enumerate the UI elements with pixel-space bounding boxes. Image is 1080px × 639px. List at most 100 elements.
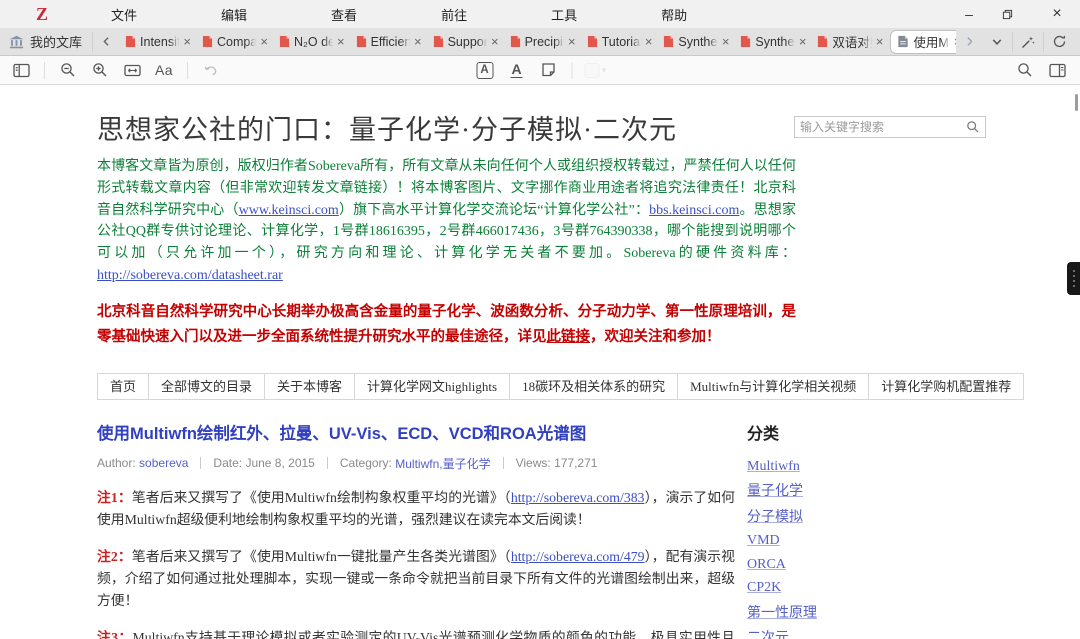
nav-about[interactable]: 关于本博客 — [264, 373, 355, 400]
article-title[interactable]: 使用Multiwfn绘制红外、拉曼、UV-Vis、ECD、VCD和ROA光谱图 — [97, 420, 735, 444]
bbs-keinsci-link[interactable]: bbs.keinsci.com — [649, 203, 739, 218]
note-3: 注3：Multiwfn支持基于理论模拟或者实验测定的UV-Vis光谱预测化学物质… — [97, 627, 735, 639]
minimize-button[interactable]: – — [958, 6, 980, 22]
list-item: ORCA — [747, 555, 985, 573]
tab-intensify[interactable]: Intensify × — [119, 28, 196, 55]
close-tab-icon[interactable]: × — [720, 34, 732, 49]
site-title: 思想家公社的门口：量子化学·分子模拟·二次元 — [97, 108, 677, 147]
close-tab-icon[interactable]: × — [566, 34, 578, 49]
context-pane-toggle-icon[interactable] — [1044, 58, 1070, 82]
annotation-color-picker[interactable]: ▾ — [583, 58, 609, 82]
menu-bar: Z 文件 编辑 查看 前往 工具 帮助 – × — [0, 0, 1080, 28]
underline-text-icon[interactable]: A — [504, 58, 530, 82]
nav-c18-research[interactable]: 18碳环及相关体系的研究 — [509, 373, 678, 400]
tab-bar: 我的文库 Intensify × Compar × N₂O de × Effic… — [0, 28, 1080, 56]
nav-highlights[interactable]: 计算化学网文highlights — [354, 373, 510, 400]
note-2: 注2：笔者后来又撰写了《使用Multiwfn一键批量产生各类光谱图》（http:… — [97, 546, 735, 612]
categories-heading: 分类 — [747, 420, 985, 444]
view-count: 177,271 — [554, 456, 597, 470]
tab-support[interactable]: Support × — [427, 28, 504, 55]
snapshot-icon — [897, 35, 909, 48]
pdf-icon — [663, 35, 674, 48]
close-tab-icon[interactable]: × — [874, 34, 886, 49]
add-note-icon[interactable] — [536, 58, 562, 82]
search-input[interactable] — [800, 120, 966, 134]
tab-list-chevron-down-icon[interactable] — [984, 30, 1010, 54]
zotero-logo: Z — [36, 4, 48, 25]
list-item: Multiwfn — [747, 457, 985, 475]
close-tab-icon[interactable]: × — [643, 34, 655, 49]
menu-go[interactable]: 前往 — [441, 5, 467, 24]
sync-icon[interactable] — [1046, 30, 1072, 54]
close-tab-icon[interactable]: × — [258, 34, 270, 49]
tab-efficient[interactable]: Efficient × — [350, 28, 427, 55]
tab-tutorial[interactable]: Tutorial × — [581, 28, 658, 55]
close-tab-icon[interactable]: × — [412, 34, 424, 49]
tab-compar[interactable]: Compar × — [196, 28, 273, 55]
color-swatch — [585, 63, 600, 78]
note-2-link[interactable]: http://sobereva.com/479 — [511, 549, 645, 564]
category-cp2k[interactable]: CP2K — [747, 580, 781, 595]
scroll-tabs-right-button[interactable] — [956, 30, 982, 54]
close-tab-icon[interactable]: × — [797, 34, 809, 49]
divider — [327, 457, 328, 469]
nav-pc-config[interactable]: 计算化学购机配置推荐 — [868, 373, 1024, 400]
tab-synthes-2[interactable]: Synthes × — [734, 28, 811, 55]
tab-shiyong-mul-active[interactable]: 使用Mul × — [890, 30, 956, 54]
close-tab-icon[interactable]: × — [952, 34, 956, 49]
tab-precipit[interactable]: Precipit × — [504, 28, 581, 55]
find-in-document-icon[interactable] — [1012, 58, 1038, 82]
close-button[interactable]: × — [1046, 5, 1068, 23]
training-link[interactable]: 此链接 — [547, 329, 591, 345]
nav-videos[interactable]: Multiwfn与计算化学相关视频 — [677, 373, 869, 400]
category-vmd[interactable]: VMD — [747, 533, 780, 548]
category-multiwfn[interactable]: Multiwfn — [747, 459, 800, 474]
tab-bilingual[interactable]: 双语对照 × — [811, 28, 888, 55]
menu-help[interactable]: 帮助 — [661, 5, 687, 24]
tab-n2o[interactable]: N₂O de × — [273, 28, 350, 55]
search-icon[interactable] — [966, 120, 980, 134]
author-link[interactable]: sobereva — [139, 456, 188, 470]
category-first-principles[interactable]: 第一性原理 — [747, 606, 817, 621]
scroll-tabs-left-button[interactable] — [93, 28, 119, 55]
note-1: 注1：笔者后来又撰写了《使用Multiwfn绘制构象权重平均的光谱》（http:… — [97, 487, 735, 531]
nav-all-posts[interactable]: 全部博文的目录 — [148, 373, 265, 400]
category-molecular-simulation[interactable]: 分子模拟 — [747, 510, 803, 525]
category-quantum-chemistry[interactable]: 量子化学 — [747, 484, 803, 499]
scrollbar-thumb[interactable] — [1075, 94, 1078, 111]
undo-icon[interactable] — [198, 58, 224, 82]
menu-tools[interactable]: 工具 — [551, 5, 577, 24]
category-orca[interactable]: ORCA — [747, 557, 786, 572]
article-column: 使用Multiwfn绘制红外、拉曼、UV-Vis、ECD、VCD和ROA光谱图 … — [97, 420, 735, 639]
list-item: CP2K — [747, 578, 985, 596]
site-search-box[interactable] — [794, 116, 986, 138]
close-tab-icon[interactable]: × — [489, 34, 501, 49]
tab-synthes-1[interactable]: Synthes × — [657, 28, 734, 55]
menu-view[interactable]: 查看 — [331, 5, 357, 24]
window-controls: – × — [958, 0, 1068, 28]
category-link[interactable]: Multiwfn,量子化学 — [395, 455, 490, 472]
close-tab-icon[interactable]: × — [335, 34, 347, 49]
close-tab-icon[interactable]: × — [181, 34, 193, 49]
category-anime[interactable]: 二次元 — [747, 631, 789, 639]
zoom-in-icon[interactable] — [87, 58, 113, 82]
sidebar-toggle-icon[interactable] — [8, 58, 34, 82]
datasheet-link[interactable]: http://sobereva.com/datasheet.rar — [97, 268, 283, 283]
menu-file[interactable]: 文件 — [111, 5, 137, 24]
edge-handle[interactable] — [1067, 262, 1080, 295]
my-library-tab[interactable]: 我的文库 — [0, 28, 92, 55]
keinsci-link[interactable]: www.keinsci.com — [239, 203, 339, 218]
appearance-button[interactable]: Aa — [151, 58, 177, 82]
divider — [1012, 32, 1013, 52]
nav-home[interactable]: 首页 — [97, 373, 149, 400]
magic-wand-icon[interactable] — [1015, 30, 1041, 54]
zoom-out-icon[interactable] — [55, 58, 81, 82]
note-1-link[interactable]: http://sobereva.com/383 — [511, 490, 645, 505]
fit-width-icon[interactable] — [119, 58, 145, 82]
pdf-icon — [356, 35, 367, 48]
pdf-icon — [202, 35, 213, 48]
article-date: June 8, 2015 — [245, 456, 314, 470]
highlight-text-icon[interactable]: A — [472, 58, 498, 82]
menu-edit[interactable]: 编辑 — [221, 5, 247, 24]
restore-button[interactable] — [1002, 9, 1024, 20]
